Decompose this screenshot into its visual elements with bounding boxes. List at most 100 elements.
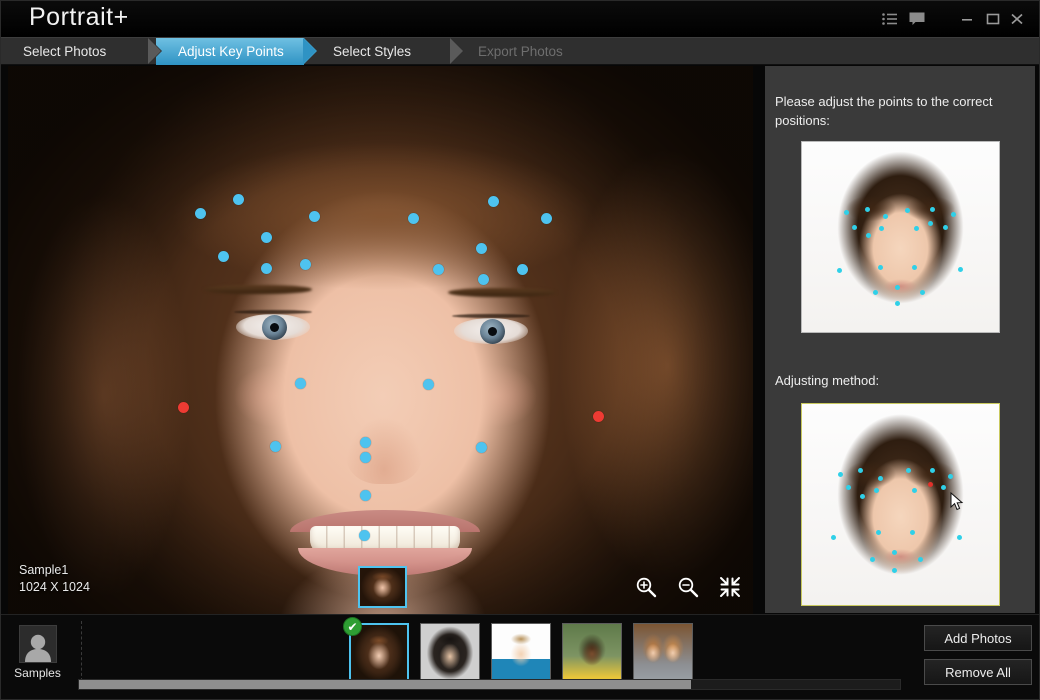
reference-point-13 [877,264,883,270]
key-point-11[interactable] [432,263,444,275]
method-point-13 [875,529,881,535]
app-title: Portrait+ [29,3,129,31]
thumbnail-image [492,624,550,682]
key-point-19[interactable] [359,436,371,448]
key-point-1[interactable] [232,193,244,205]
thumbnail-image [634,624,692,682]
reference-point-16 [872,289,878,295]
method-point-11 [940,484,946,490]
thumbnail-image [360,568,405,606]
key-point-23[interactable] [358,529,370,541]
key-point-5[interactable] [540,212,552,224]
reference-point-5 [950,211,956,217]
method-point-19 [891,567,897,573]
key-point-20[interactable] [475,441,487,453]
filmstrip-thumbnail-4[interactable] [562,623,622,683]
filmstrip-thumbnail-3[interactable] [491,623,551,683]
samples-button[interactable]: Samples [10,625,65,680]
filmstrip-thumbnail-1[interactable]: ✔ [343,617,409,683]
adjusting-method-image [801,403,1000,606]
reference-point-4 [929,206,935,212]
method-point-6 [845,484,851,490]
thumbnail-image [421,624,479,682]
zoom-out-icon[interactable] [677,576,699,598]
method-point-3 [905,467,911,473]
fit-screen-icon[interactable] [719,576,741,598]
step-export-photos: Export Photos [456,38,606,65]
reference-point-6 [851,224,857,230]
key-point-3[interactable] [407,212,419,224]
step-select-photos[interactable]: Select Photos [1,37,162,65]
step-label: Select Styles [333,44,412,59]
zoom-in-icon[interactable] [635,576,657,598]
method-point-4 [929,467,935,473]
method-point-15 [956,534,962,540]
reference-image [801,141,1000,333]
toolbar-divider [81,621,82,681]
current-photo-thumbnail[interactable] [358,566,407,608]
thumbnail-image [351,625,407,681]
method-point-18 [917,556,923,562]
key-point-0[interactable] [194,207,206,219]
step-navigation: Select Photos Adjust Key Points Select S… [1,37,1039,65]
person-icon [18,625,57,663]
method-point-17 [891,549,897,555]
filmstrip-scrollbar[interactable] [78,679,901,690]
key-point-17[interactable] [592,410,604,422]
method-point-10 [927,481,933,487]
cursor-icon [950,491,964,512]
title-bar: Portrait+ [1,1,1039,37]
list-view-icon[interactable] [878,9,900,29]
maximize-icon[interactable] [982,9,1004,29]
reference-point-10 [927,220,933,226]
feedback-icon[interactable] [906,9,928,29]
selected-check-icon: ✔ [343,617,362,636]
key-point-4[interactable] [487,195,499,207]
zoom-toolbar [635,576,741,598]
reference-point-8 [878,225,884,231]
application-window: Portrait+ Select Photos Adjust Key Point… [0,0,1040,700]
key-point-6[interactable] [260,231,272,243]
step-label: Select Photos [23,44,107,59]
reference-point-2 [882,213,888,219]
key-point-7[interactable] [217,250,229,262]
key-point-14[interactable] [294,377,306,389]
key-point-21[interactable] [359,451,371,463]
key-point-13[interactable] [516,263,528,275]
step-arrow [450,37,464,64]
add-photos-button[interactable]: Add Photos [924,625,1032,651]
method-point-12 [830,534,836,540]
step-arrow [303,37,317,64]
key-point-22[interactable] [359,489,371,501]
key-point-15[interactable] [422,378,434,390]
reference-point-18 [919,289,925,295]
reference-face [802,142,999,332]
method-point-5 [947,473,953,479]
method-point-0 [837,471,843,477]
step-select-styles[interactable]: Select Styles [311,37,464,65]
step-adjust-key-points[interactable]: Adjust Key Points [156,37,317,65]
filmstrip-thumbnail-5[interactable] [633,623,693,683]
adjust-hint-text: Please adjust the points to the correct … [775,94,993,128]
method-point-9 [911,487,917,493]
key-point-9[interactable] [299,258,311,270]
photo-canvas[interactable]: Sample1 1024 X 1024 [8,66,753,614]
photo-dimensions: 1024 X 1024 [19,580,90,594]
photo-filmstrip[interactable]: ✔ [343,617,693,683]
close-icon[interactable] [1006,9,1028,29]
key-point-12[interactable] [477,273,489,285]
key-point-18[interactable] [269,440,281,452]
key-point-8[interactable] [260,262,272,274]
scrollbar-thumb[interactable] [79,680,691,689]
filmstrip-thumbnail-2[interactable] [420,623,480,683]
key-point-2[interactable] [308,210,320,222]
method-point-2 [877,475,883,481]
reference-point-19 [894,300,900,306]
key-point-10[interactable] [475,242,487,254]
reference-point-15 [957,266,963,272]
step-arrow [148,37,162,64]
key-point-16[interactable] [177,401,189,413]
remove-all-button[interactable]: Remove All [924,659,1032,685]
minimize-icon[interactable] [956,9,978,29]
reference-point-7 [865,232,871,238]
